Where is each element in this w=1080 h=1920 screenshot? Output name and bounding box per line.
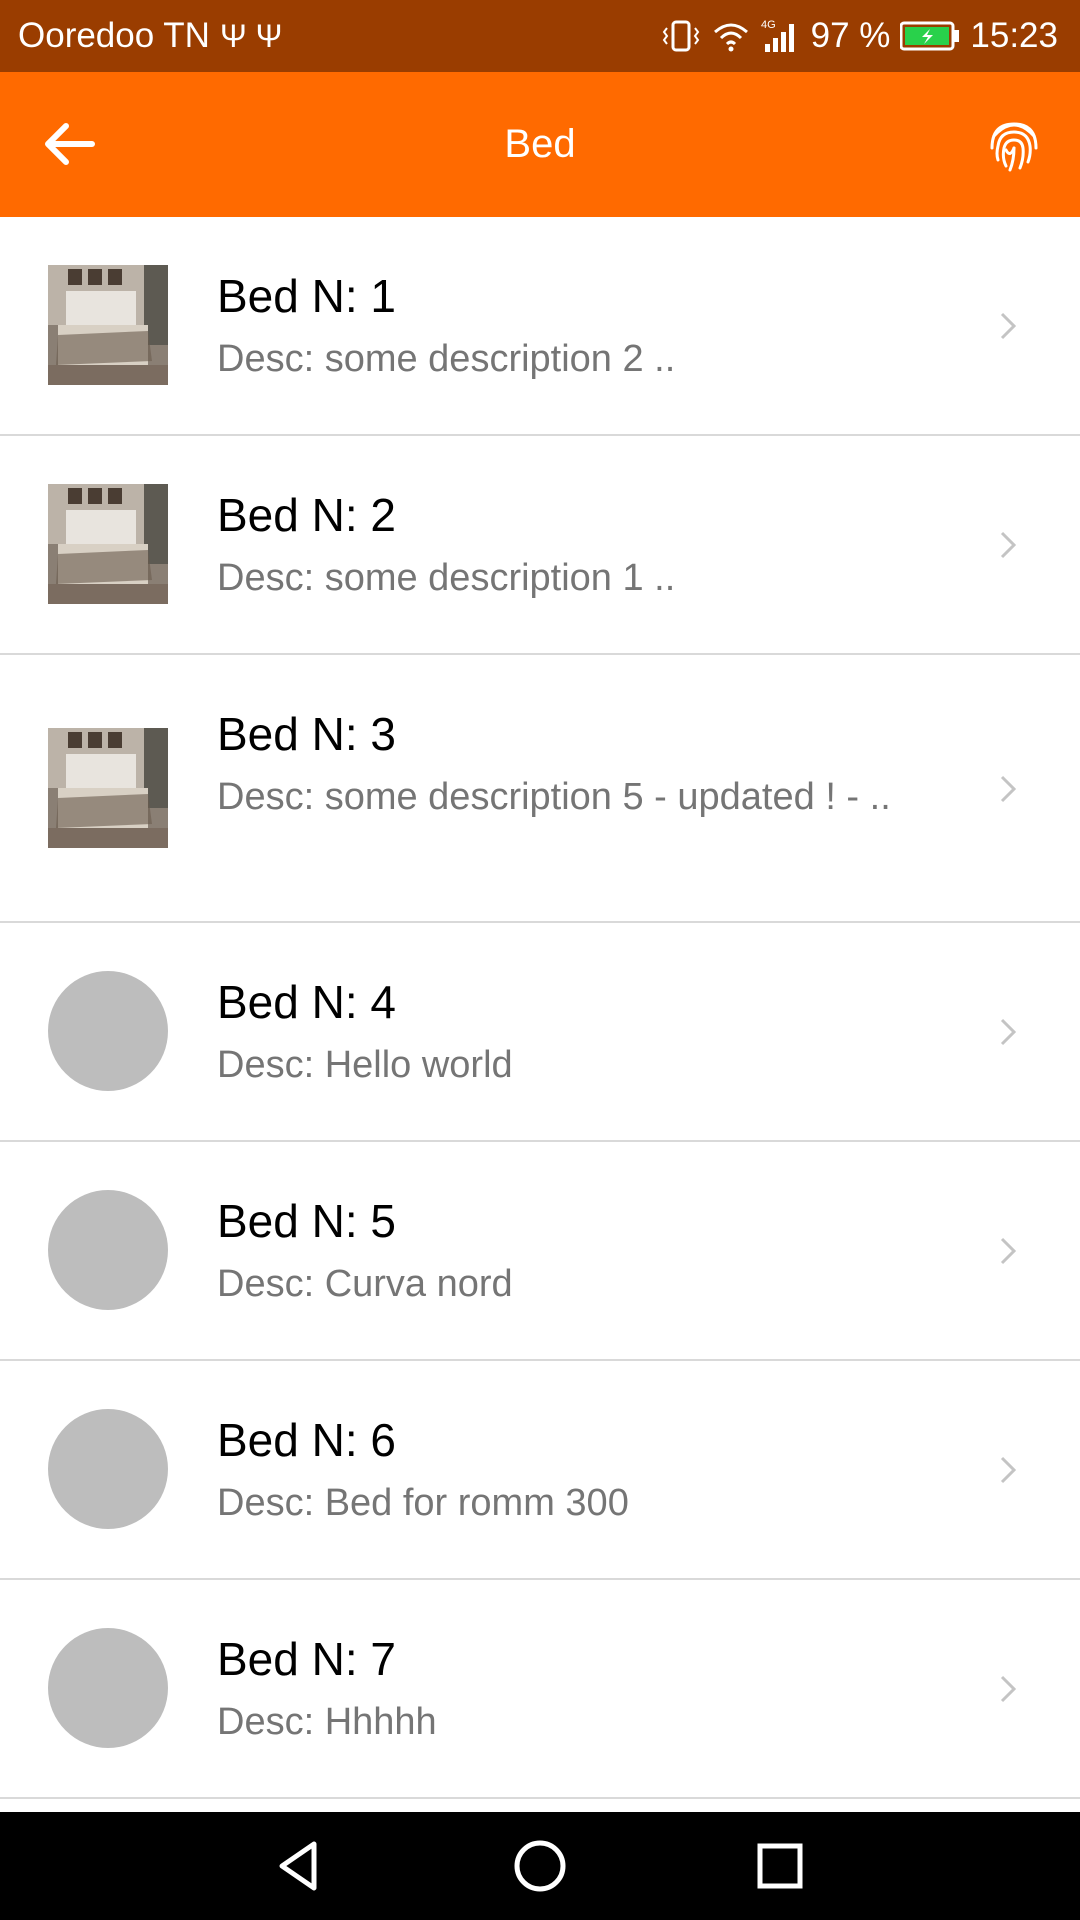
item-title: Bed N: 3: [217, 708, 396, 760]
item-description: Desc: Curva nord: [217, 1263, 513, 1305]
placeholder-avatar: [48, 1628, 168, 1748]
bed-thumbnail: [48, 484, 168, 604]
status-bar-left: Ooredoo TN Ψ Ψ: [18, 16, 282, 56]
item-description: Desc: some description 1 ..: [217, 557, 676, 599]
item-description: Desc: Hello world: [217, 1044, 513, 1086]
signal-4g-icon: 4G: [761, 19, 794, 52]
chevron-right-icon: [1000, 775, 1016, 803]
recents-square-icon: [757, 1843, 803, 1889]
status-bar: Ooredoo TN Ψ Ψ 4G 97 % 15:23: [0, 0, 1080, 72]
placeholder-avatar: [48, 1409, 168, 1529]
usb-icon: Ψ Ψ: [219, 18, 283, 54]
chevron-right-icon: [1000, 1237, 1016, 1265]
bed-thumbnail: [48, 265, 168, 385]
list-item[interactable]: Bed N: 4 Desc: Hello world: [0, 923, 1080, 1142]
chevron-right-icon: [1000, 1456, 1016, 1484]
placeholder-avatar: [48, 1190, 168, 1310]
item-title: Bed N: 1: [217, 270, 396, 322]
back-triangle-icon: [279, 1841, 317, 1891]
item-title: Bed N: 6: [217, 1414, 396, 1466]
list-item[interactable]: Bed N: 5 Desc: Curva nord: [0, 1142, 1080, 1361]
svg-text:4G: 4G: [761, 19, 776, 31]
placeholder-avatar: [48, 971, 168, 1091]
nav-back-button[interactable]: [270, 1836, 330, 1896]
bed-thumbnail: [48, 728, 168, 848]
fingerprint-button[interactable]: [984, 114, 1044, 174]
battery-charging-icon: [900, 21, 960, 51]
page-title: Bed: [504, 122, 576, 166]
item-description: Desc: Bed for romm 300: [217, 1482, 629, 1524]
chevron-right-icon: [1000, 531, 1016, 559]
status-bar-right: 4G 97 % 15:23: [661, 16, 1058, 56]
app-bar: Bed: [0, 72, 1080, 217]
wifi-icon: [713, 23, 748, 52]
list-item[interactable]: Bed N: 2 Desc: some description 1 ..: [0, 436, 1080, 655]
system-nav-bar: [0, 1812, 1080, 1920]
chevron-right-icon: [1000, 1018, 1016, 1046]
item-title: Bed N: 7: [217, 1633, 396, 1685]
nav-recents-button[interactable]: [750, 1836, 810, 1896]
nav-home-button[interactable]: [510, 1836, 570, 1896]
list-item[interactable]: Bed N: 3 Desc: some description 5 - upda…: [0, 655, 1080, 923]
clock: 15:23: [970, 16, 1058, 55]
battery-percent: 97 %: [810, 16, 891, 55]
chevron-right-icon: [1000, 1675, 1016, 1703]
item-title: Bed N: 5: [217, 1195, 396, 1247]
list-item[interactable]: Bed N: 6 Desc: Bed for romm 300: [0, 1361, 1080, 1580]
item-description: Desc: some description 5 - updated ! - .…: [217, 776, 891, 818]
chevron-right-icon: [1000, 312, 1016, 340]
item-title: Bed N: 4: [217, 976, 396, 1028]
item-title: Bed N: 2: [217, 489, 396, 541]
list-item[interactable]: Bed N: 1 Desc: some description 2 ..: [0, 217, 1080, 436]
item-description: Desc: some description 2 ..: [217, 338, 676, 380]
fingerprint-icon: [990, 122, 1038, 172]
item-description: Desc: Hhhhh: [217, 1701, 437, 1743]
carrier-name: Ooredoo TN: [18, 16, 210, 55]
home-circle-icon: [514, 1840, 566, 1892]
vibrate-icon: [662, 20, 699, 52]
list-item[interactable]: Bed N: 7 Desc: Hhhhh: [0, 1580, 1080, 1799]
bed-list: Bed N: 1 Desc: some description 2 .. Bed…: [0, 217, 1080, 1799]
